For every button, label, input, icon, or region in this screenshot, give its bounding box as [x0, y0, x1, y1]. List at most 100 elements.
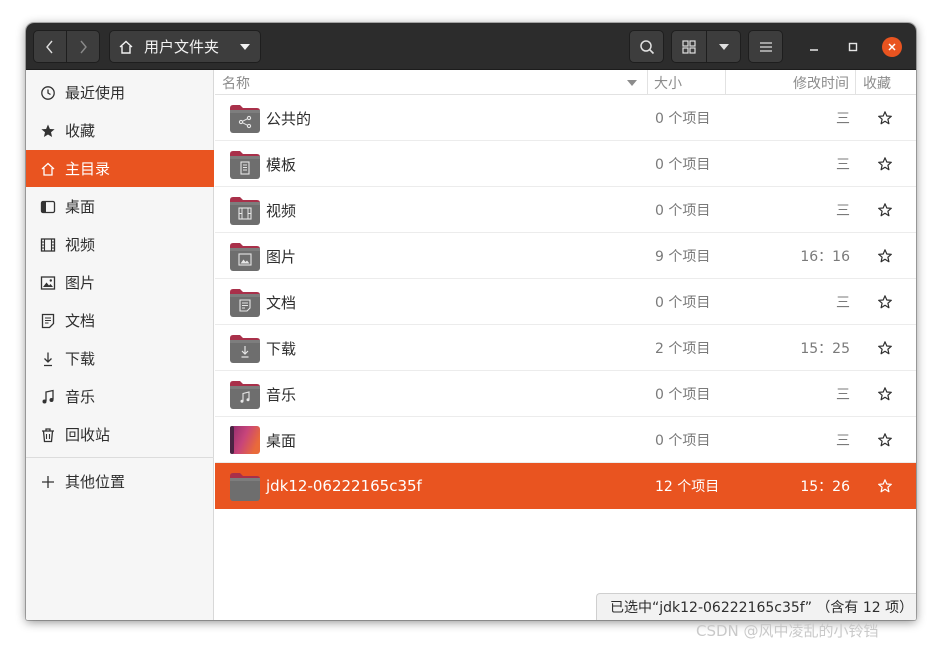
folder-download-icon	[230, 335, 260, 363]
sidebar-item-trash[interactable]: 回收站	[26, 416, 214, 453]
trash-icon	[40, 427, 56, 443]
sidebar-item-music[interactable]: 音乐	[26, 378, 214, 415]
minimize-button[interactable]	[804, 37, 824, 57]
sidebar-item-desktop[interactable]: 桌面	[26, 188, 214, 225]
star-icon	[40, 123, 56, 139]
column-header: 名称 大小 修改时间 收藏	[215, 70, 916, 95]
download-icon	[40, 351, 56, 367]
file-modified: 15：26	[800, 479, 850, 495]
close-button[interactable]	[882, 37, 902, 57]
maximize-button[interactable]	[843, 37, 863, 57]
plus-icon	[40, 474, 56, 490]
sidebar-item-recent[interactable]: 最近使用	[26, 74, 214, 111]
file-row[interactable]: 音乐 0 个项目 三	[215, 371, 916, 417]
chevron-down-icon	[240, 44, 250, 50]
minimize-icon	[810, 49, 818, 51]
column-header-starred[interactable]: 收藏	[856, 70, 916, 95]
sidebar-item-label: 下载	[65, 350, 96, 368]
star-outline-icon[interactable]	[877, 156, 893, 172]
file-row[interactable]: 下载 2 个项目 15：25	[215, 325, 916, 371]
file-row-selected[interactable]: jdk12-06222165c35f 12 个项目 15：26	[215, 463, 916, 509]
sidebar-item-label: 收藏	[65, 122, 96, 140]
sidebar-item-label: 视频	[65, 236, 96, 254]
view-grid-button[interactable]	[671, 30, 707, 63]
forward-button[interactable]	[66, 30, 100, 63]
sidebar-divider	[26, 457, 214, 458]
star-outline-icon[interactable]	[877, 340, 893, 356]
sidebar-item-label: 主目录	[65, 160, 111, 178]
view-options-button[interactable]	[706, 30, 741, 63]
star-outline-icon[interactable]	[877, 294, 893, 310]
search-button[interactable]	[629, 30, 664, 63]
close-icon	[888, 43, 896, 51]
file-name: 公共的	[266, 109, 312, 128]
file-name: 图片	[266, 247, 297, 266]
maximize-icon	[848, 42, 858, 52]
file-modified: 三	[836, 387, 850, 403]
file-modified: 15：25	[800, 341, 850, 357]
file-modified: 三	[836, 203, 850, 219]
folder-templates-icon	[230, 151, 260, 179]
music-icon	[40, 389, 56, 405]
sidebar-item-label: 桌面	[65, 198, 96, 216]
file-size: 9 个项目	[655, 249, 711, 265]
file-row[interactable]: 文档 0 个项目 三	[215, 279, 916, 325]
star-outline-icon[interactable]	[877, 478, 893, 494]
chevron-right-icon	[80, 40, 87, 53]
file-modified: 三	[836, 157, 850, 173]
file-row[interactable]: 模板 0 个项目 三	[215, 141, 916, 187]
folder-icon	[230, 473, 260, 501]
sidebar-item-other-locations[interactable]: 其他位置	[26, 463, 214, 500]
selection-status-text: 已选中“jdk12-06222165c35f” （含有 12 项）	[610, 600, 914, 616]
sidebar-item-home[interactable]: 主目录	[26, 150, 214, 187]
sidebar-item-videos[interactable]: 视频	[26, 226, 214, 263]
sidebar-item-documents[interactable]: 文档	[26, 302, 214, 339]
back-button[interactable]	[33, 30, 67, 63]
folder-desktop-icon	[230, 426, 260, 454]
file-modified: 三	[836, 433, 850, 449]
file-name: jdk12-06222165c35f	[266, 477, 422, 495]
star-outline-icon[interactable]	[877, 432, 893, 448]
file-name: 音乐	[266, 385, 297, 404]
file-size: 0 个项目	[655, 203, 711, 219]
star-outline-icon[interactable]	[877, 202, 893, 218]
sidebar-item-label: 图片	[65, 274, 96, 292]
home-icon	[40, 161, 56, 177]
path-bar-button[interactable]: 用户文件夹	[109, 30, 261, 63]
sidebar-item-pictures[interactable]: 图片	[26, 264, 214, 301]
chevron-left-icon	[46, 40, 53, 53]
main-menu-button[interactable]	[748, 30, 783, 63]
clock-icon	[40, 85, 56, 101]
column-header-modified[interactable]: 修改时间	[726, 70, 856, 95]
file-manager-window: 用户文件夹 最近使用 收藏 主目录 桌面 视频 图片 文档 下载 音乐 回收站 …	[26, 23, 916, 620]
home-icon	[119, 40, 133, 54]
sidebar-item-starred[interactable]: 收藏	[26, 112, 214, 149]
video-icon	[40, 237, 56, 253]
file-row[interactable]: 公共的 0 个项目 三	[215, 95, 916, 141]
file-name: 下载	[266, 339, 297, 358]
star-outline-icon[interactable]	[877, 248, 893, 264]
column-header-name[interactable]: 名称	[215, 70, 648, 95]
folder-documents-icon	[230, 289, 260, 317]
file-size: 0 个项目	[655, 387, 711, 403]
headerbar: 用户文件夹	[26, 23, 916, 70]
file-name: 桌面	[266, 431, 297, 450]
file-size: 2 个项目	[655, 341, 711, 357]
file-row[interactable]: 视频 0 个项目 三	[215, 187, 916, 233]
sidebar: 最近使用 收藏 主目录 桌面 视频 图片 文档 下载 音乐 回收站 其他位置	[26, 70, 214, 620]
folder-videos-icon	[230, 197, 260, 225]
sort-descending-icon	[627, 80, 637, 86]
desktop-icon	[40, 199, 56, 215]
file-row[interactable]: 图片 9 个项目 16：16	[215, 233, 916, 279]
column-header-size[interactable]: 大小	[648, 70, 726, 95]
watermark: CSDN @风中凌乱的小铃铛	[696, 622, 879, 640]
sidebar-item-downloads[interactable]: 下载	[26, 340, 214, 377]
file-size: 0 个项目	[655, 111, 711, 127]
folder-music-icon	[230, 381, 260, 409]
file-size: 0 个项目	[655, 157, 711, 173]
star-outline-icon[interactable]	[877, 386, 893, 402]
star-outline-icon[interactable]	[877, 110, 893, 126]
folder-share-icon	[230, 105, 260, 133]
file-row[interactable]: 桌面 0 个项目 三	[215, 417, 916, 463]
file-list-view: 名称 大小 修改时间 收藏 公共的 0 个项目 三 模板 0 个项目 三 视频 …	[215, 70, 916, 620]
